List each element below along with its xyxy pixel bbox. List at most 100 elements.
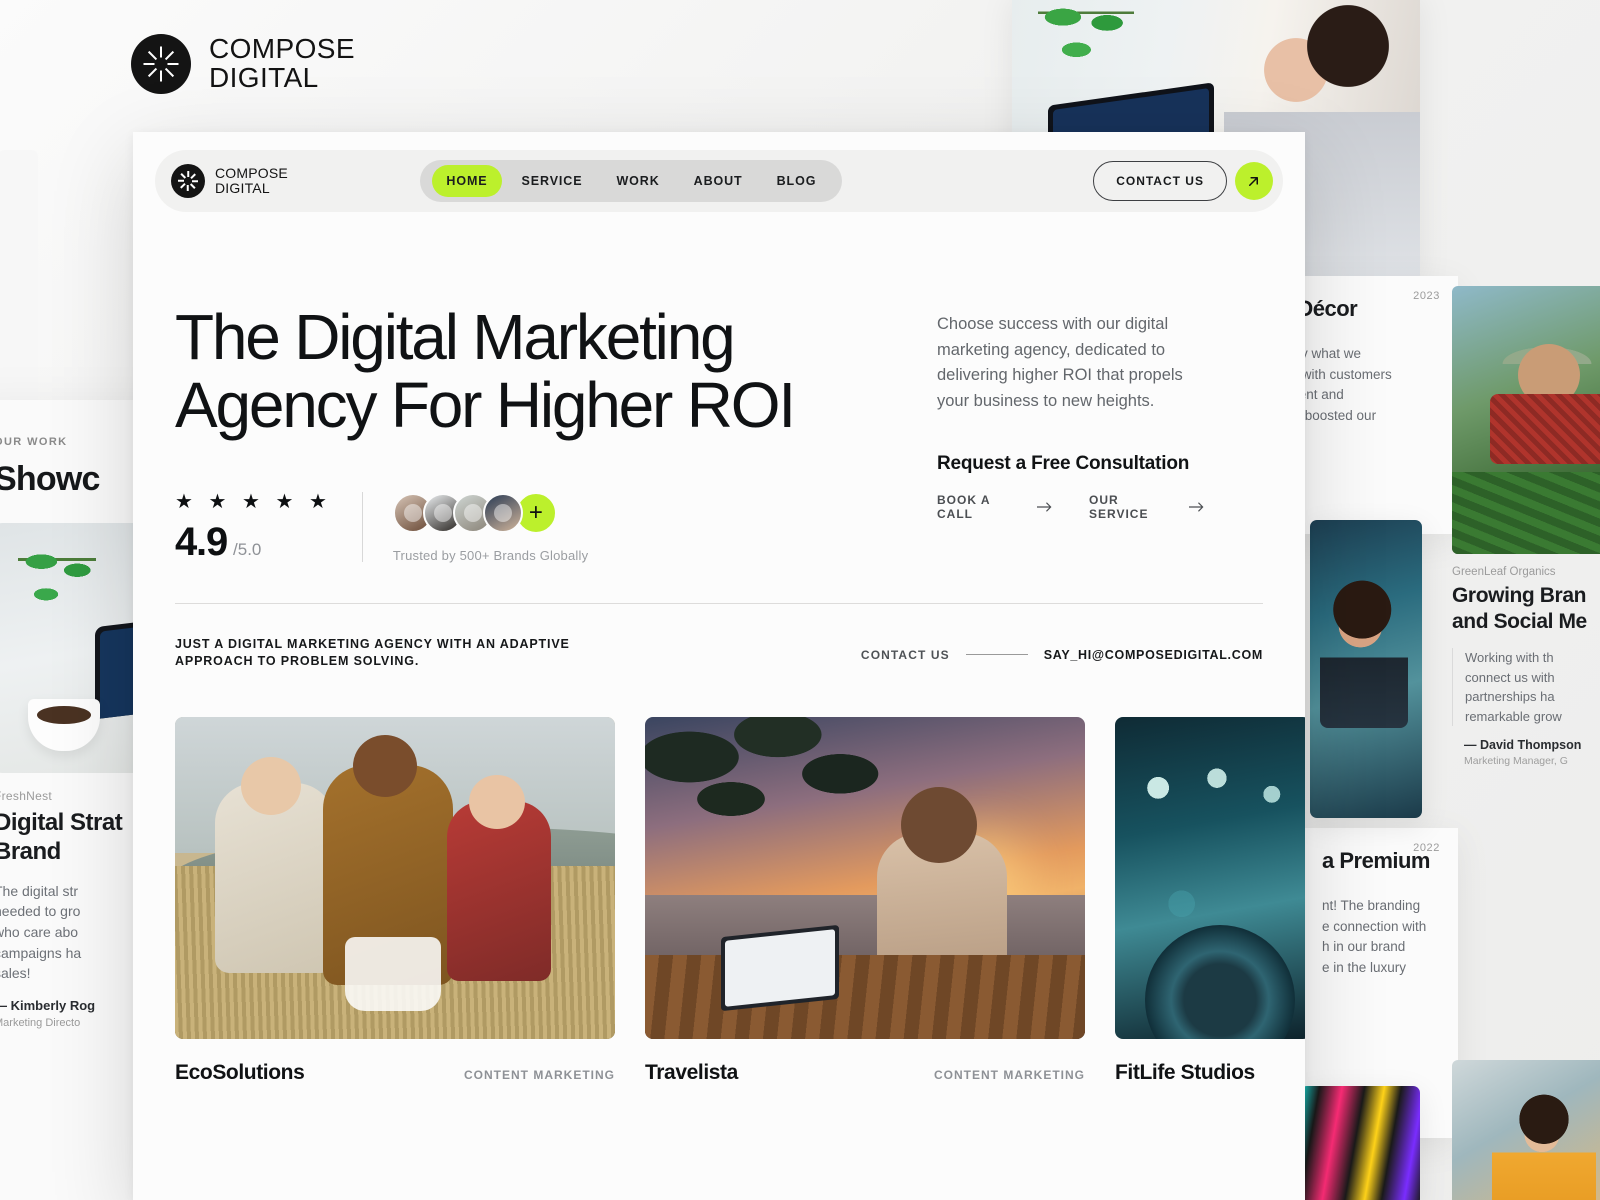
contact-email-row: CONTACT US SAY_HI@COMPOSEDIGITAL.COM	[861, 636, 1263, 662]
nav-item-service[interactable]: SERVICE	[508, 165, 597, 197]
nav-item-about[interactable]: ABOUT	[680, 165, 757, 197]
navbar: COMPOSE DIGITAL HOME SERVICE WORK ABOUT …	[155, 150, 1283, 212]
bg-case-title-l2: Brand	[0, 837, 61, 865]
background-card-bright-horizons: Bright Horizons Elevating Edu Their tail…	[1452, 1060, 1600, 1200]
bg-greenleaf-role: Marketing Manager, G	[1464, 755, 1568, 768]
tagline-row: JUST A DIGITAL MARKETING AGENCY WITH AN …	[175, 636, 1263, 670]
navbar-actions: CONTACT US	[1093, 161, 1273, 201]
bg-quote-l4: campaigns ha	[0, 944, 82, 961]
project-card-ecosolutions[interactable]: EcoSolutions CONTENT MARKETING	[175, 717, 615, 1085]
project-name: Travelista	[645, 1061, 738, 1085]
bg-quote-l3: who care abo	[0, 924, 79, 941]
bg-farmer-photo	[1452, 286, 1600, 554]
page-title: The Digital Marketing Agency For Higher …	[175, 301, 875, 441]
bg-premium-year: 2022	[1413, 842, 1440, 854]
project-meta: Travelista CONTENT MARKETING	[645, 1061, 1085, 1085]
hero-section: The Digital Marketing Agency For Higher …	[133, 212, 1305, 563]
bg-premium-body-l4: e in the luxury	[1322, 959, 1407, 975]
nav-item-work[interactable]: WORK	[602, 165, 673, 197]
agency-tagline: JUST A DIGITAL MARKETING AGENCY WITH AN …	[175, 636, 570, 670]
rating-value: 4.9	[175, 519, 228, 564]
page-logo-line2: DIGITAL	[209, 62, 319, 93]
headline-line-2: Agency For Higher ROI	[175, 368, 796, 441]
website-preview-window: COMPOSE DIGITAL HOME SERVICE WORK ABOUT …	[133, 132, 1305, 1200]
agency-tagline-l2: APPROACH TO PROBLEM SOLVING.	[175, 653, 420, 668]
asterisk-burst-icon	[171, 164, 205, 198]
book-a-call-label: BOOK A CALL	[937, 492, 991, 521]
background-photo-gym-woman	[1310, 520, 1422, 818]
projects-row: EcoSolutions CONTENT MARKETING Travelist…	[175, 717, 1305, 1085]
contact-us-label: CONTACT US	[860, 647, 950, 662]
hero-left: The Digital Marketing Agency For Higher …	[175, 301, 875, 564]
project-name: EcoSolutions	[175, 1061, 305, 1085]
section-divider	[175, 602, 1263, 604]
bg-quote-l5: sales!	[0, 965, 31, 982]
nav-item-home[interactable]: HOME	[432, 165, 502, 197]
background-photo-neon	[1300, 1086, 1420, 1200]
avatar-group: +	[392, 491, 588, 534]
bg-greenleaf-title-l2: and Social Me	[1452, 609, 1587, 633]
bg-case-title-l1: Digital Strat	[0, 809, 123, 836]
agency-tagline-l1: JUST A DIGITAL MARKETING AGENCY WITH AN …	[175, 636, 570, 651]
headline-line-1: The Digital Marketing	[175, 301, 736, 373]
navbar-brand-text: COMPOSE DIGITAL	[215, 165, 288, 196]
project-name: FitLife Studios	[1115, 1061, 1255, 1085]
page-logo-text: COMPOSE DIGITAL	[209, 35, 355, 92]
apron-decor	[1490, 394, 1600, 464]
book-a-call-link[interactable]: BOOK A CALL	[937, 493, 1053, 521]
bg-premium-body-l2: e connection with	[1322, 918, 1427, 934]
rating-max: /5.0	[233, 539, 262, 559]
child-decor	[1492, 1086, 1596, 1200]
bg-premium-body: nt! The branding e connection with h in …	[1322, 896, 1436, 978]
asterisk-burst-icon	[131, 34, 191, 94]
bg-greenleaf-body-l3: partnerships ha	[1465, 689, 1555, 705]
bg-greenleaf-body-l4: remarkable grow	[1465, 708, 1562, 724]
hero-right: Choose success with our digital marketin…	[875, 304, 1205, 563]
bg-child-photo	[1452, 1060, 1600, 1200]
rating-row: ★ ★ ★ ★ ★ 4.9 /5.0 + Trusted by 500+ Bra…	[175, 490, 875, 564]
trusted-by-text: Trusted by 500+ Brands Globally	[392, 547, 589, 563]
trust-block: + Trusted by 500+ Brands Globally	[363, 491, 589, 563]
star-rating-icon: ★ ★ ★ ★ ★	[175, 490, 332, 513]
contact-email-link[interactable]: SAY_HI@COMPOSEDIGITAL.COM	[1044, 648, 1263, 662]
request-consultation-title: Request a Free Consultation	[937, 452, 1190, 474]
our-service-label: OUR SERVICE	[1088, 492, 1149, 521]
hero-description: Choose success with our digital marketin…	[937, 315, 1183, 411]
arrow-right-icon	[1037, 502, 1052, 512]
nav-links: HOME SERVICE WORK ABOUT BLOG	[420, 160, 843, 202]
rule-divider	[965, 654, 1028, 656]
bg-greenleaf-body-l2: connect us with	[1465, 669, 1555, 685]
arrow-up-right-button[interactable]	[1234, 162, 1273, 200]
coffee-cup-icon	[28, 699, 100, 751]
project-image-fitlife	[1115, 717, 1305, 1040]
bg-premium-body-l1: nt! The branding	[1322, 898, 1421, 914]
bg-quote-l2: needed to gro	[0, 903, 81, 920]
project-meta: EcoSolutions CONTENT MARKETING	[175, 1061, 615, 1085]
nav-item-blog[interactable]: BLOG	[763, 165, 831, 197]
arrow-up-right-icon	[1249, 176, 1259, 186]
project-meta: FitLife Studios	[1115, 1061, 1305, 1085]
project-image-travelista	[645, 717, 1085, 1040]
page-logo: COMPOSE DIGITAL	[131, 34, 355, 94]
project-card-fitlife[interactable]: FitLife Studios	[1115, 717, 1305, 1085]
contact-us-button[interactable]: CONTACT US	[1093, 161, 1227, 201]
bg-greenleaf-title: Growing Bran and Social Me	[1452, 583, 1600, 634]
bg-greenleaf-body: Working with th connect us with partners…	[1452, 648, 1600, 727]
navbar-brand-line2: DIGITAL	[215, 180, 270, 196]
rating-box: ★ ★ ★ ★ ★ 4.9 /5.0	[175, 490, 363, 564]
plant-icon	[18, 541, 96, 627]
navbar-brand[interactable]: COMPOSE DIGITAL	[171, 164, 288, 198]
cta-row: BOOK A CALL OUR SERVICE	[937, 493, 1205, 521]
background-card-greenleaf: GreenLeaf Organics Growing Bran and Soci…	[1452, 286, 1600, 767]
bg-greenleaf-author: — David Thompson	[1464, 738, 1582, 753]
bg-greenleaf-body-l1: Working with th	[1465, 650, 1554, 666]
project-image-ecosolutions	[175, 717, 615, 1040]
project-card-travelista[interactable]: Travelista CONTENT MARKETING	[645, 717, 1085, 1085]
bg-card-year: 2023	[1413, 290, 1440, 302]
plant-decor-icon	[1038, 0, 1134, 92]
our-service-link[interactable]: OUR SERVICE	[1089, 493, 1205, 521]
arrow-right-icon	[1189, 502, 1204, 512]
project-category: CONTENT MARKETING	[934, 1068, 1085, 1083]
bg-greenleaf-client: GreenLeaf Organics	[1452, 566, 1556, 578]
bg-quote-l1: The digital str	[0, 882, 79, 899]
